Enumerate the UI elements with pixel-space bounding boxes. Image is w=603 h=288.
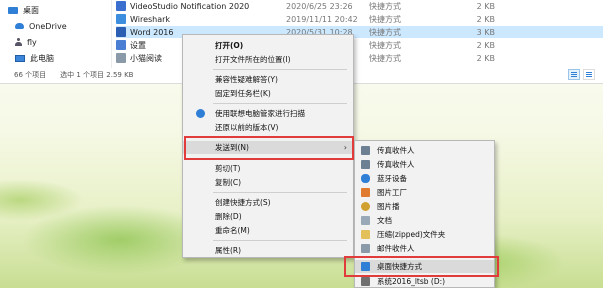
item-count: 66 个项目: [14, 71, 47, 79]
submenu-item-label: 蓝牙设备: [377, 174, 407, 183]
menu-item-label: 打开(O): [215, 41, 244, 50]
file-row[interactable]: Wireshark 2019/11/11 20:42 快捷方式 2 KB: [116, 13, 603, 25]
file-size: 2 KB: [476, 53, 495, 63]
picture-player-icon: [361, 202, 370, 211]
nav-item-label: 此电脑: [30, 53, 54, 63]
file-date: 2019/11/11 20:42: [286, 14, 358, 24]
submenu-item-label: 邮件收件人: [377, 244, 415, 253]
highlight-send-to: [184, 136, 354, 160]
menu-separator: [213, 69, 347, 70]
submenu-item-label: 系统2016_ltsb (D:): [377, 277, 446, 286]
menu-separator: [213, 192, 347, 193]
lenovo-scan-icon: [196, 109, 205, 118]
menu-item-lenovo-scan[interactable]: 使用联想电脑管家进行扫描: [183, 107, 353, 120]
settings-icon: [116, 40, 126, 50]
menu-item-delete[interactable]: 删除(D): [183, 210, 353, 223]
book-icon: [116, 53, 126, 63]
picture-factory-icon: [361, 188, 370, 197]
nav-item-label: OneDrive: [29, 21, 67, 31]
send-to-fax-recipient[interactable]: 传真收件人: [355, 144, 494, 157]
nav-item-this-pc[interactable]: 此电脑: [15, 52, 54, 64]
mail-icon: [361, 244, 370, 253]
menu-item-label: 使用联想电脑管家进行扫描: [215, 109, 305, 118]
file-type: 快捷方式: [369, 27, 401, 37]
send-to-picture-player[interactable]: 图片播: [355, 200, 494, 213]
fax-icon: [361, 146, 370, 155]
menu-item-rename[interactable]: 重命名(M): [183, 224, 353, 237]
file-name: Wireshark: [130, 14, 171, 24]
menu-item-label: 兼容性疑难解答(Y): [215, 75, 278, 84]
submenu-item-label: 传真收件人: [377, 160, 415, 169]
nav-item-onedrive[interactable]: OneDrive: [15, 20, 67, 32]
desktop-icon: [8, 6, 18, 14]
bluetooth-icon: [361, 174, 370, 183]
menu-separator: [213, 240, 347, 241]
nav-item-label: fly: [27, 37, 37, 47]
menu-item-open[interactable]: 打开(O): [183, 39, 353, 52]
file-date: 2020/6/25 23:26: [286, 1, 353, 11]
navigation-pane: 桌面 OneDrive fly 此电脑: [0, 0, 112, 68]
file-type: 快捷方式: [369, 40, 401, 50]
menu-item-label: 还原以前的版本(V): [215, 123, 279, 132]
file-type: 快捷方式: [369, 1, 401, 11]
menu-item-label: 删除(D): [215, 212, 242, 221]
nav-item-desktop[interactable]: 桌面: [8, 4, 39, 16]
shortcut-icon: [116, 14, 126, 24]
menu-item-pin-taskbar[interactable]: 固定到任务栏(K): [183, 87, 353, 100]
menu-item-label: 固定到任务栏(K): [215, 89, 271, 98]
submenu-item-label: 文档: [377, 216, 392, 225]
word-icon: [116, 27, 126, 37]
menu-item-label: 重命名(M): [215, 226, 250, 235]
menu-item-create-shortcut[interactable]: 创建快捷方式(S): [183, 196, 353, 209]
submenu-item-label: 图片工厂: [377, 188, 407, 197]
submenu-item-label: 传真收件人: [377, 146, 415, 155]
menu-item-cut[interactable]: 剪切(T): [183, 162, 353, 175]
menu-separator: [213, 103, 347, 104]
nav-item-user[interactable]: fly: [15, 36, 37, 48]
file-size: 3 KB: [476, 27, 495, 37]
large-icons-view-button[interactable]: [583, 69, 595, 80]
submenu-item-label: 压缩(zipped)文件夹: [377, 230, 446, 239]
onedrive-icon: [15, 23, 24, 29]
documents-icon: [361, 216, 370, 225]
menu-item-label: 打开文件所在的位置(I): [215, 55, 291, 64]
zip-folder-icon: [361, 230, 370, 239]
menu-item-label: 属性(R): [215, 246, 242, 255]
file-type: 快捷方式: [369, 53, 401, 63]
file-size: 2 KB: [476, 14, 495, 24]
fax-icon: [361, 160, 370, 169]
shortcut-icon: [116, 1, 126, 11]
menu-item-restore-versions[interactable]: 还原以前的版本(V): [183, 121, 353, 134]
highlight-desktop-shortcut: [344, 256, 499, 277]
file-size: 2 KB: [476, 40, 495, 50]
menu-item-open-file-location[interactable]: 打开文件所在的位置(I): [183, 53, 353, 66]
file-name: VideoStudio Notification 2020: [130, 1, 250, 11]
menu-item-copy[interactable]: 复制(C): [183, 176, 353, 189]
menu-item-properties[interactable]: 属性(R): [183, 244, 353, 257]
send-to-mail-recipient[interactable]: 邮件收件人: [355, 242, 494, 255]
file-row[interactable]: VideoStudio Notification 2020 2020/6/25 …: [116, 0, 603, 12]
menu-item-compatibility[interactable]: 兼容性疑难解答(Y): [183, 73, 353, 86]
this-pc-icon: [15, 54, 25, 62]
menu-item-label: 复制(C): [215, 178, 242, 187]
send-to-documents[interactable]: 文档: [355, 214, 494, 227]
send-to-zip-folder[interactable]: 压缩(zipped)文件夹: [355, 228, 494, 241]
send-to-fax-recipient[interactable]: 传真收件人: [355, 158, 494, 171]
submenu-item-label: 图片播: [377, 202, 400, 211]
send-to-picture-factory[interactable]: 图片工厂: [355, 186, 494, 199]
menu-item-label: 剪切(T): [215, 164, 241, 173]
file-type: 快捷方式: [369, 14, 401, 24]
nav-item-label: 桌面: [23, 5, 39, 15]
details-view-button[interactable]: [568, 69, 580, 80]
user-icon: [15, 38, 22, 46]
drive-icon: [361, 277, 370, 286]
selection-info: 选中 1 个项目 2.59 KB: [60, 71, 134, 79]
file-size: 2 KB: [476, 1, 495, 11]
menu-item-label: 创建快捷方式(S): [215, 198, 271, 207]
send-to-bluetooth[interactable]: 蓝牙设备: [355, 172, 494, 185]
